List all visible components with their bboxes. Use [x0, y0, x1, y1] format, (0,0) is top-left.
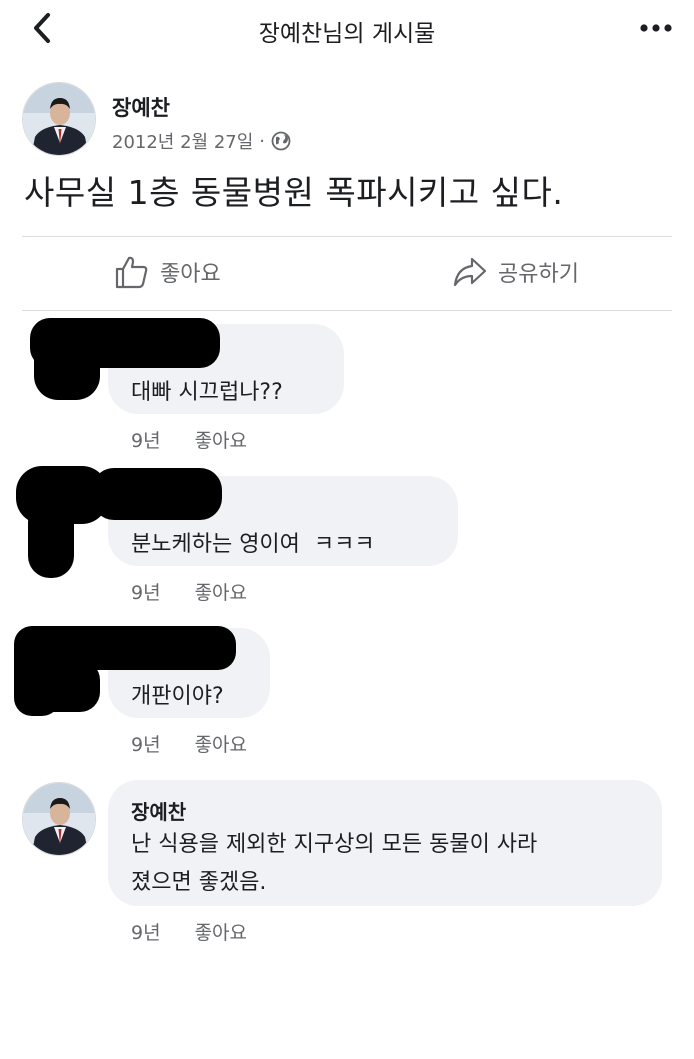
- comment-time[interactable]: 9년: [131, 426, 161, 453]
- redacted-name: [92, 468, 222, 520]
- comment-like-button[interactable]: 좋아요: [195, 426, 247, 453]
- comment-meta: 9년 좋아요: [131, 578, 247, 605]
- top-bar: 장예찬님의 게시물: [0, 0, 694, 58]
- share-label: 공유하기: [498, 262, 579, 287]
- comment-time[interactable]: 9년: [131, 578, 161, 605]
- globe-icon: [271, 131, 291, 151]
- comment-author-name[interactable]: 장예찬: [131, 796, 186, 825]
- divider: [22, 236, 672, 237]
- comment-time[interactable]: 9년: [131, 730, 161, 757]
- comment-like-button[interactable]: 좋아요: [195, 578, 247, 605]
- more-horizontal-icon: [640, 24, 672, 32]
- post-author-name[interactable]: 장예찬: [112, 92, 170, 122]
- redacted-avatar: [34, 330, 100, 400]
- comment-like-button[interactable]: 좋아요: [195, 918, 247, 945]
- comment-text: 대빠 시끄럽나??: [131, 380, 283, 405]
- post-date[interactable]: 2012년 2월 27일: [112, 128, 253, 154]
- comment-time[interactable]: 9년: [131, 918, 161, 945]
- share-button[interactable]: 공유하기: [452, 250, 579, 294]
- redacted-avatar: [26, 660, 100, 712]
- share-arrow-icon: [453, 257, 487, 287]
- comment-text-line: 졌으면 좋겠음.: [131, 870, 267, 895]
- like-button[interactable]: 좋아요: [114, 250, 221, 294]
- divider: [22, 310, 672, 311]
- post-body-text: 사무실 1층 동물병원 폭파시키고 싶다.: [24, 173, 564, 212]
- page-title: 장예찬님의 게시물: [258, 21, 436, 47]
- comment-like-button[interactable]: 좋아요: [195, 730, 247, 757]
- meta-separator: ·: [259, 130, 266, 152]
- post-author-avatar[interactable]: [22, 82, 96, 156]
- more-options-button[interactable]: [636, 14, 676, 42]
- redacted-avatar: [28, 500, 74, 578]
- post-meta: 2012년 2월 27일 ·: [112, 128, 291, 154]
- comment-text: 개판이야?: [131, 684, 224, 709]
- comment-text: 분노케하는 영이여 ㅋㅋㅋ: [131, 532, 375, 557]
- comment-text-line: 난 식용을 제외한 지구상의 모든 동물이 사라: [131, 832, 538, 857]
- thumbs-up-icon: [115, 256, 148, 289]
- comment-meta: 9년 좋아요: [131, 918, 247, 945]
- like-label: 좋아요: [160, 262, 221, 287]
- comment-meta: 9년 좋아요: [131, 730, 247, 757]
- comment-meta: 9년 좋아요: [131, 426, 247, 453]
- comment-author-avatar[interactable]: [22, 782, 96, 856]
